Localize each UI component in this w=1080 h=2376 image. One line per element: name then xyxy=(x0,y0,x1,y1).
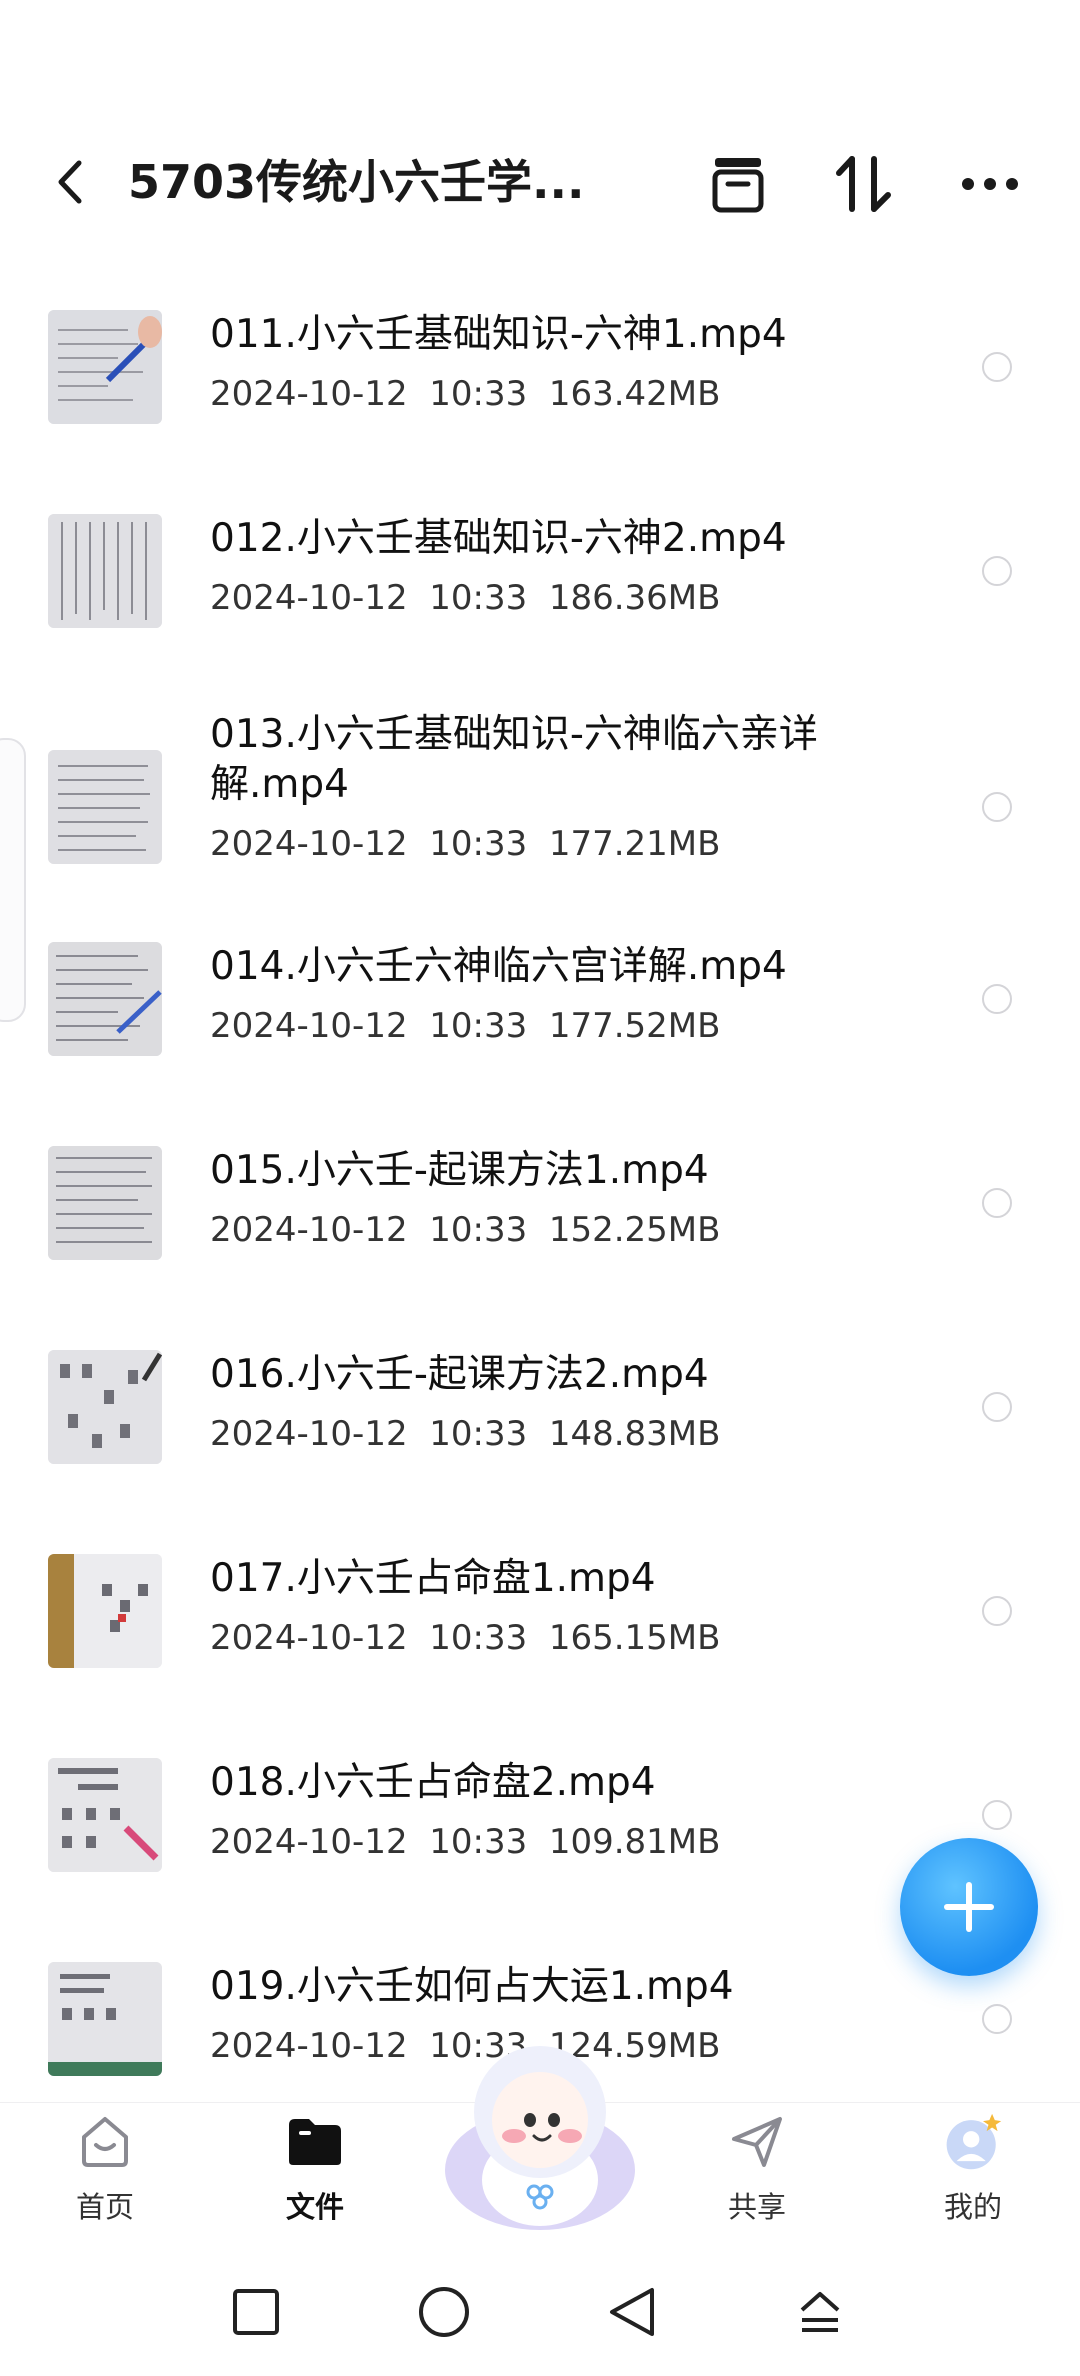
file-name: 018.小六壬占命盘2.mp4 xyxy=(210,1760,656,1805)
select-radio[interactable] xyxy=(982,792,1012,822)
file-row[interactable]: 017.小六壬占命盘1.mp4 2024-10-12 10:33 165.15M… xyxy=(0,1530,1080,1720)
video-thumbnail xyxy=(48,1350,162,1464)
video-thumbnail xyxy=(48,1962,162,2076)
circle-icon xyxy=(419,2287,469,2337)
file-name: 011.小六壬基础知识-六神1.mp4 xyxy=(210,312,787,357)
file-meta: 2024-10-12 10:33 186.36MB xyxy=(210,578,721,618)
square-icon xyxy=(233,2289,279,2335)
archive-button[interactable] xyxy=(702,148,774,220)
back-nav-button[interactable] xyxy=(602,2282,662,2342)
edge-panel-handle[interactable] xyxy=(0,738,26,1022)
file-meta: 2024-10-12 10:33 109.81MB xyxy=(210,1822,721,1862)
header: 5703传统小六壬学... xyxy=(0,0,1080,270)
file-row[interactable]: 014.小六壬六神临六宫详解.mp4 2024-10-12 10:33 177.… xyxy=(0,918,1080,1108)
assistant-mascot[interactable] xyxy=(430,2030,650,2230)
tab-files-label: 文件 xyxy=(285,2190,344,2224)
more-icon xyxy=(962,178,1018,190)
video-thumbnail xyxy=(48,750,162,864)
home-nav-button[interactable] xyxy=(414,2282,474,2342)
paper-plane-icon xyxy=(732,2117,782,2167)
file-meta: 2024-10-12 10:33 163.42MB xyxy=(210,374,721,414)
tab-share[interactable]: 共享 xyxy=(682,2112,832,2232)
select-radio[interactable] xyxy=(982,1188,1012,1218)
file-name: 017.小六壬占命盘1.mp4 xyxy=(210,1556,656,1601)
file-name: 014.小六壬六神临六宫详解.mp4 xyxy=(210,944,787,989)
plus-icon xyxy=(944,1882,994,1932)
archive-box-icon xyxy=(712,158,764,213)
file-meta: 2024-10-12 10:33 148.83MB xyxy=(210,1414,721,1454)
video-thumbnail xyxy=(48,310,162,424)
tab-home-label: 首页 xyxy=(75,2190,134,2224)
tab-mine[interactable]: 我的 xyxy=(898,2112,1048,2232)
folder-icon xyxy=(289,2119,341,2165)
video-thumbnail xyxy=(48,942,162,1056)
more-button[interactable] xyxy=(954,148,1026,220)
select-radio[interactable] xyxy=(982,984,1012,1014)
file-name: 016.小六壬-起课方法2.mp4 xyxy=(210,1352,709,1397)
file-meta: 2024-10-12 10:33 165.15MB xyxy=(210,1618,721,1658)
page-title: 5703传统小六壬学... xyxy=(128,155,585,209)
file-name: 019.小六壬如何占大运1.mp4 xyxy=(210,1964,734,2009)
add-button[interactable] xyxy=(900,1838,1038,1976)
home-icon xyxy=(82,2117,128,2167)
sort-icon xyxy=(836,156,891,212)
sort-button[interactable] xyxy=(828,148,900,220)
file-meta: 2024-10-12 10:33 177.52MB xyxy=(210,1006,721,1046)
tab-share-label: 共享 xyxy=(727,2190,786,2224)
mascot-icon xyxy=(445,2046,635,2230)
file-list: 011.小六壬基础知识-六神1.mp4 2024-10-12 10:33 163… xyxy=(0,270,1080,2102)
file-row[interactable]: 012.小六壬基础知识-六神2.mp4 2024-10-12 10:33 186… xyxy=(0,494,1080,664)
recent-apps-button[interactable] xyxy=(226,2282,286,2342)
back-icon xyxy=(58,160,82,204)
file-row[interactable]: 011.小六壬基础知识-六神1.mp4 2024-10-12 10:33 163… xyxy=(0,290,1080,460)
file-row[interactable]: 015.小六壬-起课方法1.mp4 2024-10-12 10:33 152.2… xyxy=(0,1122,1080,1312)
select-radio[interactable] xyxy=(982,1596,1012,1626)
video-thumbnail xyxy=(48,1758,162,1872)
select-radio[interactable] xyxy=(982,2004,1012,2034)
back-button[interactable] xyxy=(46,150,94,214)
file-name: 013.小六壬基础知识-六神临六亲详解.mp4 xyxy=(210,712,818,807)
tab-files[interactable]: 文件 xyxy=(240,2112,390,2232)
system-nav-bar xyxy=(0,2232,1080,2376)
select-radio[interactable] xyxy=(982,352,1012,382)
select-radio[interactable] xyxy=(982,1800,1012,1830)
file-row[interactable]: 016.小六壬-起课方法2.mp4 2024-10-12 10:33 148.8… xyxy=(0,1326,1080,1516)
video-thumbnail xyxy=(48,514,162,628)
file-row[interactable]: 013.小六壬基础知识-六神临六亲详解.mp4 2024-10-12 10:33… xyxy=(0,698,1080,918)
file-meta: 2024-10-12 10:33 152.25MB xyxy=(210,1210,721,1250)
file-meta: 2024-10-12 10:33 177.21MB xyxy=(210,824,721,864)
triangle-back-icon xyxy=(610,2288,654,2336)
avatar-icon xyxy=(946,2113,1002,2170)
file-name: 015.小六壬-起课方法1.mp4 xyxy=(210,1148,709,1193)
video-thumbnail xyxy=(48,1554,162,1668)
video-thumbnail xyxy=(48,1146,162,1260)
select-radio[interactable] xyxy=(982,1392,1012,1422)
select-radio[interactable] xyxy=(982,556,1012,586)
tab-home[interactable]: 首页 xyxy=(30,2112,180,2232)
eject-icon xyxy=(800,2292,840,2332)
tab-mine-label: 我的 xyxy=(943,2190,1002,2224)
file-name: 012.小六壬基础知识-六神2.mp4 xyxy=(210,516,787,561)
keyboard-hide-button[interactable] xyxy=(790,2282,850,2342)
